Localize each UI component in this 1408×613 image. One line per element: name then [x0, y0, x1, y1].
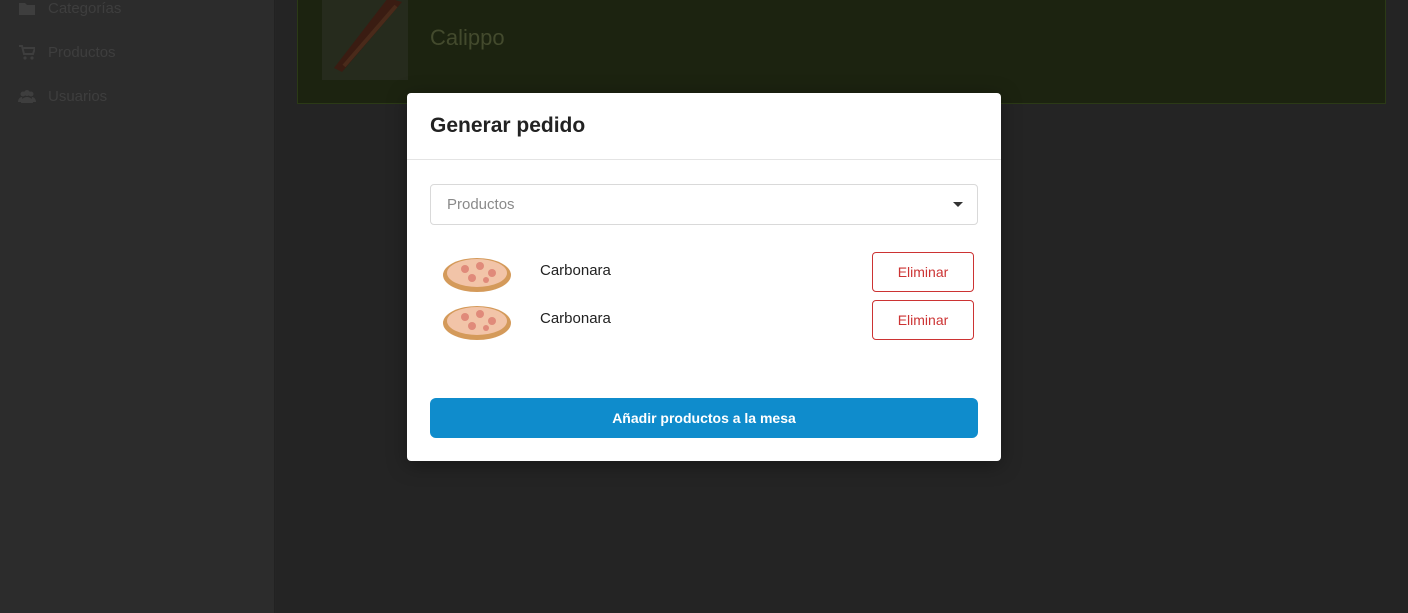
- modal-title: Generar pedido: [430, 114, 586, 137]
- product-name: Calippo: [430, 25, 505, 50]
- modal-header: Generar pedido: [407, 93, 1001, 160]
- chevron-down-icon: [953, 202, 963, 207]
- pizza-icon: [443, 258, 511, 292]
- folder-icon: [18, 0, 36, 16]
- productos-select[interactable]: Productos: [430, 184, 978, 225]
- app-root: Categorías Productos Usuarios Calippo Ge…: [0, 0, 1408, 613]
- list-item: Carbonara Eliminar: [430, 297, 978, 341]
- sidebar-item-usuarios[interactable]: Usuarios: [18, 84, 107, 108]
- pizza-icon: [443, 306, 511, 340]
- users-icon: [18, 88, 36, 104]
- item-name: Carbonara: [540, 262, 611, 279]
- sidebar-item-label: Usuarios: [48, 87, 108, 105]
- item-name: Carbonara: [540, 310, 611, 327]
- cart-icon: [18, 44, 36, 60]
- add-products-button[interactable]: Añadir productos a la mesa: [430, 398, 978, 438]
- generar-pedido-modal: Generar pedido Productos Carbonara Elimi…: [407, 93, 1001, 461]
- eliminar-button[interactable]: Eliminar: [872, 300, 974, 340]
- eliminar-button[interactable]: Eliminar: [872, 252, 974, 292]
- sidebar-item-label: Productos: [48, 43, 116, 61]
- sidebar-item-label: Categorías: [48, 0, 122, 17]
- sidebar: Categorías Productos Usuarios: [0, 0, 275, 613]
- sidebar-item-productos[interactable]: Productos: [18, 40, 116, 64]
- list-item: Carbonara Eliminar: [430, 249, 978, 293]
- product-image: [322, 0, 408, 80]
- select-placeholder: Productos: [447, 196, 515, 213]
- product-card: [297, 0, 1386, 104]
- sidebar-item-categorias[interactable]: Categorías: [18, 0, 121, 20]
